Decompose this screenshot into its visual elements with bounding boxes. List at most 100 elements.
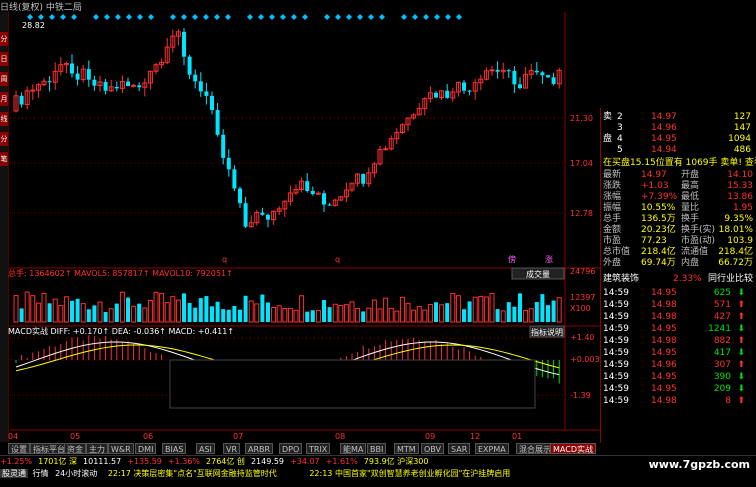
event-marker [401,14,407,20]
industry-link: 同行业比较 [707,274,753,284]
panel-cell: 14:59 [603,384,629,394]
xaxis-label: 01 [512,432,522,441]
volume-bar [232,305,237,322]
candlestick-chart[interactable]: 21.30 17.04 12.78 28.82 q q 傍 涨总手: 1364602↑ MAV… [0,0,600,443]
indicator-tab[interactable]: DPO [279,443,303,454]
volume-bar [147,299,153,323]
volume-bar [210,306,214,322]
candle-body [215,110,220,135]
panel-cell: 金额 [603,225,622,235]
volume-bar [282,308,288,323]
indicator-tab[interactable]: MTM [394,443,419,454]
volume-bar [75,298,80,322]
volume-bar [70,300,74,322]
panel-row: 总市值 218.4亿 流通值 218.4亿 [601,247,756,258]
indicator-tab[interactable]: DMI [135,443,157,454]
event-marker [269,14,275,20]
volume-bar [349,301,355,323]
candle-body [361,174,366,184]
volume-bar [92,305,97,322]
candle-body [221,134,226,158]
panel-cell: 总手 [603,214,622,224]
max-price-label: 28.82 [22,21,45,30]
volume-bar [204,296,209,322]
panel-row: 涨幅 +7.39% 最低 13.86 [601,192,756,203]
indicator-tab[interactable]: 主力 [86,443,108,454]
news-item-2[interactable]: 22:13 中国首家"双创智慧养老创业孵化园"在沪挂牌启用 [309,469,510,478]
indicator-tab[interactable]: TRIX [306,443,331,454]
volume-bar [164,302,170,323]
volume-bar [528,308,534,323]
candle-body [534,70,539,73]
price-tick: 21.30 [570,114,593,123]
indicator-tab[interactable]: 指标平台 [30,443,68,454]
indicator-tab[interactable]: SAR [448,443,471,454]
volume-bar [41,292,47,323]
indicator-tab[interactable]: ARBR [245,443,274,454]
indicator-tab[interactable]: VR [223,443,241,454]
volume-bar [187,302,192,322]
indicator-tab[interactable]: 混合展示 [516,443,554,454]
event-marker [335,14,341,20]
indicator-tab[interactable]: MACD实战 [550,443,596,454]
up-arrow-icon: ⬆ [737,300,745,310]
ticker-value: 10111.57 [83,457,122,466]
indicator-tab[interactable]: 设置 [8,443,30,454]
panel-cell: 14.95 [651,288,677,298]
tab-market[interactable]: 行情 [31,469,51,478]
candle-body [322,193,326,205]
volume-bar [483,296,489,323]
panel-cell: 建筑装饰 [603,274,640,284]
tab-24h[interactable]: 24小时滚动 [53,469,99,478]
down-arrow-icon: ⬇ [737,348,745,358]
volume-bar [327,307,332,322]
panel-row: 14:59 14.98 427 ⬆ [601,312,756,323]
indicator-tab[interactable]: 资金 [64,443,86,454]
candle-body [86,69,91,80]
volume-bar [248,300,254,323]
xaxis-label: 07 [233,432,243,441]
candle-body [187,56,192,75]
volume-bar [198,298,203,322]
indicator-tab[interactable]: OBV [421,443,445,454]
panel-cell: 625 [713,288,731,298]
candle-body [126,81,130,87]
ticker-value: +1.36% [167,457,201,466]
panel-cell: 14:59 [603,324,629,334]
macd-tick: -1.39 [570,391,591,400]
volume-type-label: 成交量 [526,269,550,279]
indicator-tab[interactable]: EXPMA [475,443,509,454]
indicator-tab[interactable]: BIAS [162,443,187,454]
panel-cell: +7.39% [641,192,678,202]
volume-bar [411,309,417,323]
volume-bar [254,303,260,323]
panel-row: 14:59 14.98 8 ⬆ [601,396,756,407]
up-arrow-icon: ⬆ [737,360,745,370]
panel-cell: 市盈 [603,236,622,246]
xaxis-label: 06 [143,432,153,441]
panel-cell: 10.55% [641,203,676,213]
candle-body [540,72,545,76]
candle-body [103,81,108,91]
indicator-tab[interactable]: 能MA [340,443,367,454]
panel-cell: 417 [713,348,731,358]
volume-bar [512,306,517,322]
candle-body [434,92,438,98]
news-item-1[interactable]: 22:17 决策层密集"点名"互联网金融持监管时代 [108,469,277,478]
candle-body [47,81,52,83]
volume-tick: 24796 [570,267,595,276]
candle-body [305,181,310,191]
event-marker [203,14,209,20]
indicator-tab[interactable]: W&R [108,443,134,454]
candle-body [30,89,36,92]
panel-row: 14:59 14.95 209 ⬇ [601,384,756,395]
volume-bar [489,292,495,323]
down-arrow-icon: ⬇ [737,372,745,382]
panel-row: 最新 14.97 开盘 14.10 [601,170,756,181]
tab-stock-news[interactable]: 股灵通 [0,469,28,478]
panel-row: 振幅 10.55% 量比 1.95 [601,203,756,214]
indicator-tab[interactable]: BBI [367,443,387,454]
indicator-tab[interactable]: ASI [196,443,215,454]
volume-bar [52,298,58,323]
chart-marker: q [222,255,227,264]
